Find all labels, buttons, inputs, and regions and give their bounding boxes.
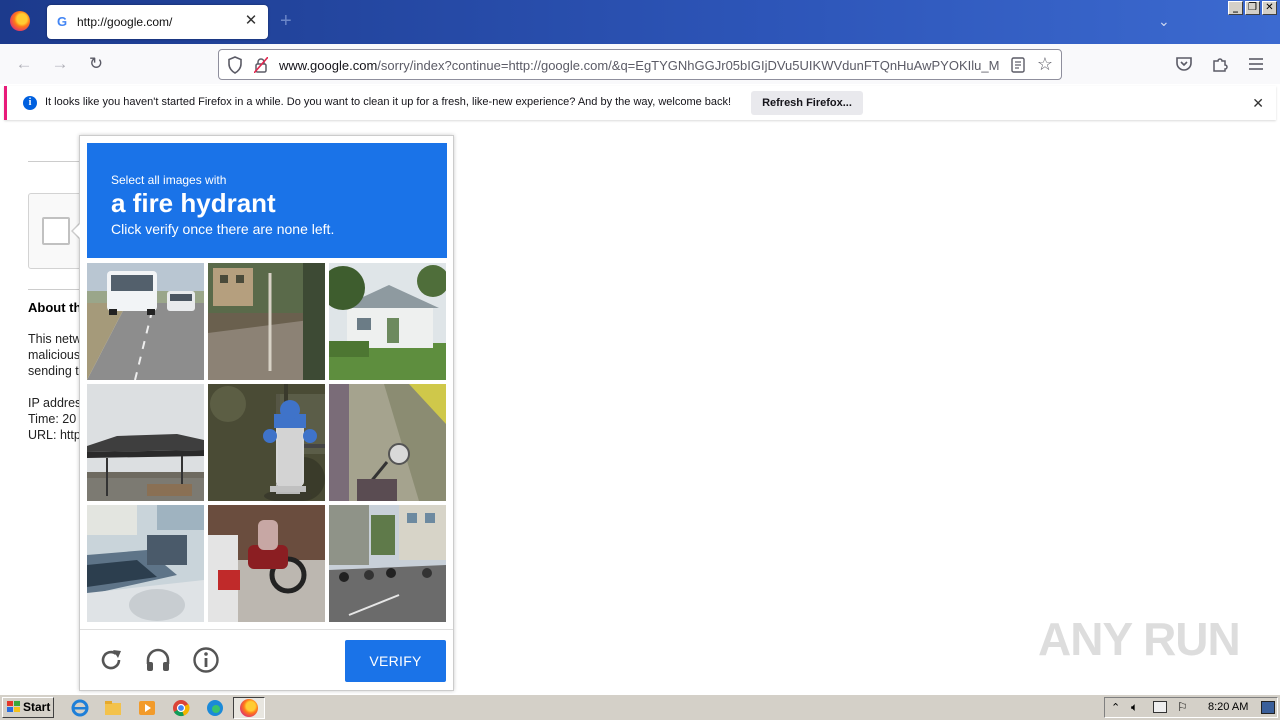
info-icon[interactable]	[192, 646, 220, 674]
chevron-down-icon[interactable]: ⌄	[1158, 13, 1174, 29]
page-text-line: This netw	[28, 332, 82, 346]
close-icon[interactable]: ✕	[1252, 95, 1264, 112]
notification-bar: i It looks like you haven't started Fire…	[4, 86, 1276, 120]
volume-icon[interactable]: 🔈︎	[1131, 700, 1138, 715]
firefox-icon	[240, 699, 258, 717]
refresh-firefox-button[interactable]: Refresh Firefox...	[751, 91, 863, 115]
recaptcha-challenge-popup: Select all images with a fire hydrant Cl…	[79, 135, 454, 691]
back-arrow-icon[interactable]: ←	[13, 53, 35, 75]
start-label: Start	[23, 700, 51, 714]
forward-arrow-icon[interactable]: →	[49, 53, 71, 75]
extensions-puzzle-icon[interactable]	[1211, 55, 1229, 73]
windows-taskbar: Start ⌃ 🔈︎ ⚐ 8:20 AM	[0, 694, 1280, 720]
browser-titlebar: G http://google.com/ ✕ + ⌄ _ ❐ ✕	[0, 0, 1280, 44]
image-grid	[87, 263, 447, 623]
page-text-line: sending t	[28, 364, 79, 378]
page-text-line: URL: http	[28, 428, 81, 442]
reload-icon[interactable]: ↻	[85, 53, 107, 75]
minimize-icon[interactable]: _	[1228, 1, 1243, 15]
reader-view-icon[interactable]	[1011, 57, 1025, 73]
windows-flag-icon	[7, 701, 20, 712]
shield-icon[interactable]	[227, 56, 243, 74]
chrome-icon[interactable]	[171, 698, 191, 718]
image-tile[interactable]	[87, 263, 204, 380]
window-close-icon[interactable]: ✕	[1262, 1, 1277, 15]
media-player-icon[interactable]	[137, 698, 157, 718]
insecure-lock-icon[interactable]	[254, 57, 268, 73]
image-tile[interactable]	[87, 384, 204, 501]
restore-icon[interactable]: ❐	[1245, 1, 1260, 15]
taskbar-clock[interactable]: 8:20 AM	[1208, 701, 1248, 713]
anyrun-watermark: ANY RUN	[1038, 613, 1241, 665]
file-explorer-icon[interactable]	[103, 698, 123, 718]
info-icon: i	[23, 96, 37, 110]
show-desktop-icon[interactable]	[1261, 701, 1275, 714]
image-tile[interactable]	[329, 263, 446, 380]
image-tile[interactable]	[87, 505, 204, 622]
page-text-line: Time: 20	[28, 412, 77, 426]
image-tile[interactable]	[208, 505, 325, 622]
edge-icon[interactable]	[205, 698, 225, 718]
page-text-line: IP addres	[28, 396, 82, 410]
popup-caret-inner	[73, 223, 81, 239]
tab-close-icon[interactable]: ✕	[242, 12, 260, 30]
firefox-logo-icon[interactable]	[10, 11, 30, 31]
image-tile[interactable]	[208, 384, 325, 501]
notification-text: It looks like you haven't started Firefo…	[45, 96, 732, 108]
verify-button[interactable]: VERIFY	[345, 640, 446, 682]
image-tile[interactable]	[329, 384, 446, 501]
recaptcha-checkbox[interactable]	[42, 217, 70, 245]
target-object-text: a fire hydrant	[111, 188, 276, 218]
new-tab-plus-icon[interactable]: +	[280, 11, 292, 31]
reload-icon[interactable]	[97, 646, 125, 674]
image-tile[interactable]	[208, 263, 325, 380]
hamburger-menu-icon[interactable]	[1247, 55, 1265, 73]
system-tray: ⌃ 🔈︎ ⚐	[1104, 697, 1278, 718]
audio-headphones-icon[interactable]	[144, 646, 172, 674]
url-text[interactable]: www.google.com/sorry/index?continue=http…	[279, 58, 999, 73]
navigation-toolbar: ← → ↻ www.google.com/sorry/index?continu…	[0, 44, 1280, 84]
instruction-text: Select all images with	[111, 173, 227, 187]
action-center-flag-icon[interactable]: ⚐	[1177, 700, 1188, 714]
google-g-icon: G	[57, 14, 68, 29]
image-tile[interactable]	[329, 505, 446, 622]
tab-title: http://google.com/	[77, 15, 173, 29]
address-bar[interactable]: www.google.com/sorry/index?continue=http…	[218, 49, 1062, 80]
about-heading: About th	[28, 300, 82, 315]
page-text-line: malicious	[28, 348, 81, 362]
pocket-icon[interactable]	[1175, 55, 1193, 73]
start-button[interactable]: Start	[2, 697, 54, 718]
challenge-footer: VERIFY	[80, 629, 453, 690]
bookmark-star-icon[interactable]: ☆	[1037, 54, 1053, 74]
internet-explorer-icon[interactable]	[70, 698, 90, 718]
challenge-header: Select all images with a fire hydrant Cl…	[87, 143, 447, 258]
instruction-subtext: Click verify once there are none left.	[111, 221, 335, 237]
tray-expand-icon[interactable]: ⌃	[1111, 701, 1120, 714]
taskbar-firefox-active[interactable]	[233, 697, 265, 719]
network-icon[interactable]	[1153, 701, 1167, 713]
browser-tab[interactable]: G http://google.com/ ✕	[47, 5, 268, 39]
